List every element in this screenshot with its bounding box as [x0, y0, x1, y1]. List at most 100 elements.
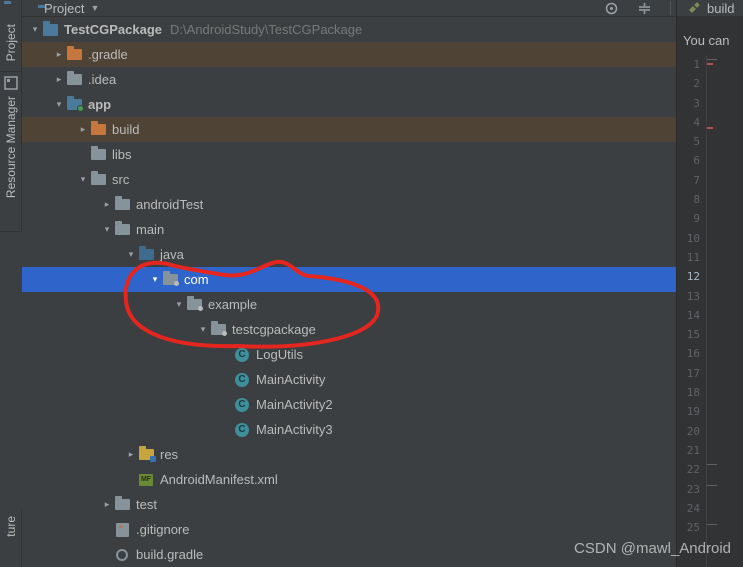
tree-node-mainactivity3[interactable]: C MainActivity3 — [22, 417, 676, 442]
select-opened-file-icon[interactable] — [604, 1, 619, 16]
node-label: test — [136, 497, 157, 512]
tree-node-testcgpackage[interactable]: ▾ testcgpackage — [22, 317, 676, 342]
class-icon: C — [234, 348, 250, 362]
chevron-right-icon[interactable]: ▸ — [100, 499, 114, 510]
watermark: CSDN @mawl_Android — [574, 540, 731, 557]
tree-node-idea[interactable]: ▸ .idea — [22, 67, 676, 92]
node-label: MainActivity2 — [256, 397, 333, 412]
project-view-title[interactable]: Project — [44, 1, 84, 16]
gutter-line-number[interactable]: 23 — [677, 480, 700, 499]
chevron-right-icon[interactable]: ▸ — [100, 199, 114, 210]
node-label: MainActivity — [256, 372, 325, 387]
tree-node-mainactivity[interactable]: C MainActivity — [22, 367, 676, 392]
tree-node-gradle[interactable]: ▸ .gradle — [22, 42, 676, 67]
root-path: D:\AndroidStudy\TestCGPackage — [170, 22, 362, 37]
tool-window-tab-resource-manager[interactable]: Resource Manager — [0, 72, 22, 232]
gutter-line-number[interactable]: 3 — [677, 94, 700, 113]
tree-node-androidtest[interactable]: ▸ androidTest — [22, 192, 676, 217]
gutter-line-number[interactable]: 5 — [677, 132, 700, 151]
gutter-line-number[interactable]: 19 — [677, 402, 700, 421]
gutter-line-number[interactable]: 24 — [677, 499, 700, 518]
chevron-right-icon[interactable]: ▸ — [52, 49, 66, 60]
project-toolwindow-header: Project ▼ — [22, 0, 743, 17]
gutter-fold-marks — [707, 55, 719, 567]
gutter-line-number[interactable]: 15 — [677, 325, 700, 344]
gutter-line-number[interactable]: 11 — [677, 248, 700, 267]
gutter-line-number[interactable]: 12 — [677, 267, 700, 286]
tree-node-com[interactable]: ▾ com — [22, 267, 676, 292]
tree-node-example[interactable]: ▾ example — [22, 292, 676, 317]
tool-window-tab-truncated[interactable]: ture — [0, 510, 22, 567]
node-label: .idea — [88, 72, 116, 87]
tree-root[interactable]: ▾ TestCGPackage D:\AndroidStudy\TestCGPa… — [22, 17, 676, 42]
chevron-down-icon[interactable]: ▾ — [76, 174, 90, 185]
tree-node-libs[interactable]: libs — [22, 142, 676, 167]
gutter-line-number[interactable]: 2 — [677, 74, 700, 93]
tree-node-logutils[interactable]: C LogUtils — [22, 342, 676, 367]
tree-node-manifest[interactable]: MF AndroidManifest.xml — [22, 467, 676, 492]
gutter-line-number[interactable]: 4 — [677, 113, 700, 132]
collapse-all-icon[interactable] — [637, 1, 652, 16]
hammer-icon — [687, 1, 701, 15]
gitignore-icon — [114, 523, 130, 537]
chevron-down-icon[interactable]: ▼ — [90, 3, 99, 13]
tree-node-main[interactable]: ▾ main — [22, 217, 676, 242]
gutter-line-number[interactable]: 6 — [677, 151, 700, 170]
tool-window-tab-project[interactable]: Project — [0, 0, 22, 72]
node-label: .gitignore — [136, 522, 189, 537]
chevron-right-icon[interactable]: ▸ — [76, 124, 90, 135]
project-root-icon — [42, 23, 58, 37]
chevron-down-icon[interactable]: ▾ — [100, 224, 114, 235]
gutter-line-number[interactable]: 20 — [677, 422, 700, 441]
node-label: testcgpackage — [232, 322, 316, 337]
chevron-down-icon[interactable]: ▾ — [124, 249, 138, 260]
tree-node-java[interactable]: ▾ java — [22, 242, 676, 267]
chevron-right-icon[interactable]: ▸ — [124, 449, 138, 460]
tree-node-mainactivity2[interactable]: C MainActivity2 — [22, 392, 676, 417]
editor-gutter[interactable]: 1234567891011121314151617181920212223242… — [677, 55, 707, 567]
tree-node-app[interactable]: ▾ app — [22, 92, 676, 117]
gutter-line-number[interactable]: 25 — [677, 518, 700, 537]
editor-banner-text: You can — [677, 17, 743, 38]
gutter-line-number[interactable]: 7 — [677, 171, 700, 190]
gutter-line-number[interactable]: 18 — [677, 383, 700, 402]
tree-node-build[interactable]: ▸ build — [22, 117, 676, 142]
editor-tab-build[interactable]: build — [676, 0, 743, 17]
node-label: MainActivity3 — [256, 422, 333, 437]
tree-node-gitignore[interactable]: .gitignore — [22, 517, 676, 542]
gutter-line-number[interactable]: 9 — [677, 209, 700, 228]
module-icon — [66, 98, 82, 112]
gutter-line-number[interactable]: 13 — [677, 287, 700, 306]
gradle-file-icon — [114, 548, 130, 562]
tree-node-test[interactable]: ▸ test — [22, 492, 676, 517]
res-folder-icon — [138, 448, 154, 462]
tree-node-src[interactable]: ▾ src — [22, 167, 676, 192]
class-icon: C — [234, 373, 250, 387]
gutter-line-number[interactable]: 16 — [677, 344, 700, 363]
chevron-down-icon[interactable]: ▾ — [52, 99, 66, 110]
gutter-line-number[interactable]: 21 — [677, 441, 700, 460]
folder-icon — [90, 123, 106, 137]
chevron-down-icon[interactable]: ▾ — [196, 324, 210, 335]
gutter-line-number[interactable]: 8 — [677, 190, 700, 209]
chevron-down-icon[interactable]: ▾ — [28, 24, 42, 35]
chevron-down-icon[interactable]: ▾ — [172, 299, 186, 310]
folder-icon — [114, 223, 130, 237]
gutter-line-number[interactable]: 22 — [677, 460, 700, 479]
chevron-right-icon[interactable]: ▸ — [52, 74, 66, 85]
folder-icon — [66, 48, 82, 62]
tree-node-res[interactable]: ▸ res — [22, 442, 676, 467]
project-tree[interactable]: ▾ TestCGPackage D:\AndroidStudy\TestCGPa… — [22, 17, 676, 567]
root-name: TestCGPackage — [64, 22, 162, 37]
folder-icon — [90, 148, 106, 162]
folder-icon — [90, 173, 106, 187]
node-label: app — [88, 97, 111, 112]
chevron-down-icon[interactable]: ▾ — [148, 274, 162, 285]
gutter-line-number[interactable]: 14 — [677, 306, 700, 325]
gutter-line-number[interactable]: 1 — [677, 55, 700, 74]
package-icon — [162, 273, 178, 287]
error-stripe-mark — [707, 127, 713, 129]
gutter-line-number[interactable]: 17 — [677, 364, 700, 383]
class-icon: C — [234, 398, 250, 412]
gutter-line-number[interactable]: 10 — [677, 229, 700, 248]
